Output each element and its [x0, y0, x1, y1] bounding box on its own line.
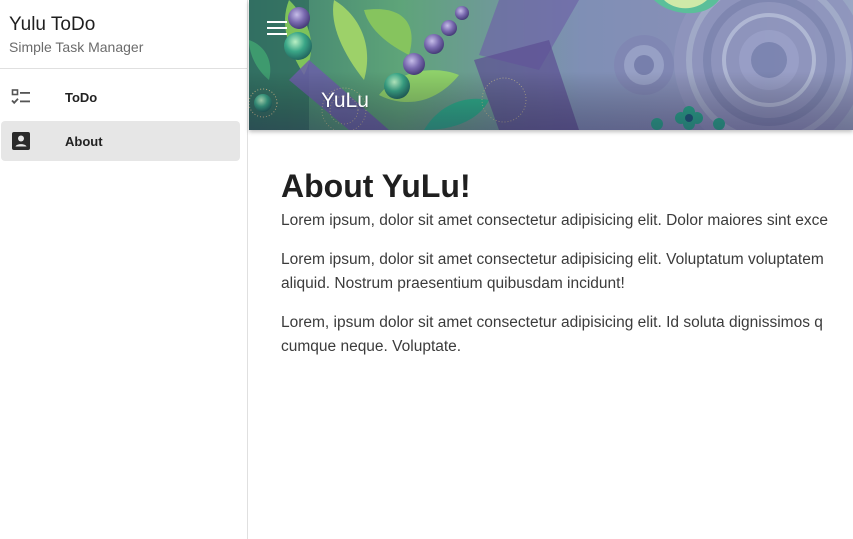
nav-item-about[interactable]: About — [1, 121, 240, 161]
contact-card-icon — [9, 129, 33, 153]
paragraph-2: Lorem ipsum, dolor sit amet consectetur … — [281, 248, 853, 296]
app-bar-title: YuLu — [321, 89, 369, 112]
paragraph-line: Lorem ipsum, dolor sit amet consectetur … — [281, 251, 824, 268]
drawer-header: Yulu ToDo Simple Task Manager — [0, 0, 247, 69]
main-content: About YuLu! Lorem ipsum, dolor sit amet … — [281, 165, 853, 374]
paragraph-3: Lorem, ipsum dolor sit amet consectetur … — [281, 311, 853, 359]
nav-item-label: ToDo — [65, 89, 98, 105]
drawer-subtitle: Simple Task Manager — [9, 39, 144, 55]
menu-button[interactable] — [261, 16, 293, 44]
hamburger-menu-icon — [267, 20, 287, 40]
page-title: About YuLu! — [281, 168, 471, 204]
paragraph-line: aliquid. Nostrum praesentium quibusdam i… — [281, 275, 625, 292]
nav-item-label: About — [65, 133, 103, 149]
nav-item-todo[interactable]: ToDo — [1, 77, 240, 117]
nav-list: ToDo About — [0, 69, 247, 161]
drawer-title: Yulu ToDo — [9, 14, 96, 35]
paragraph-line: cumque neque. Voluptate. — [281, 338, 462, 355]
paragraph-line: Lorem, ipsum dolor sit amet consectetur … — [281, 314, 823, 331]
paragraph-line: Lorem ipsum, dolor sit amet consectetur … — [281, 212, 829, 229]
paragraph-1: Lorem ipsum, dolor sit amet consectetur … — [281, 209, 853, 233]
app-window: Yulu ToDo Simple Task Manager ToDo About… — [0, 0, 853, 539]
app-bar: YuLu — [249, 0, 853, 130]
navigation-drawer: Yulu ToDo Simple Task Manager ToDo About — [0, 0, 248, 539]
checklist-icon — [9, 85, 33, 109]
